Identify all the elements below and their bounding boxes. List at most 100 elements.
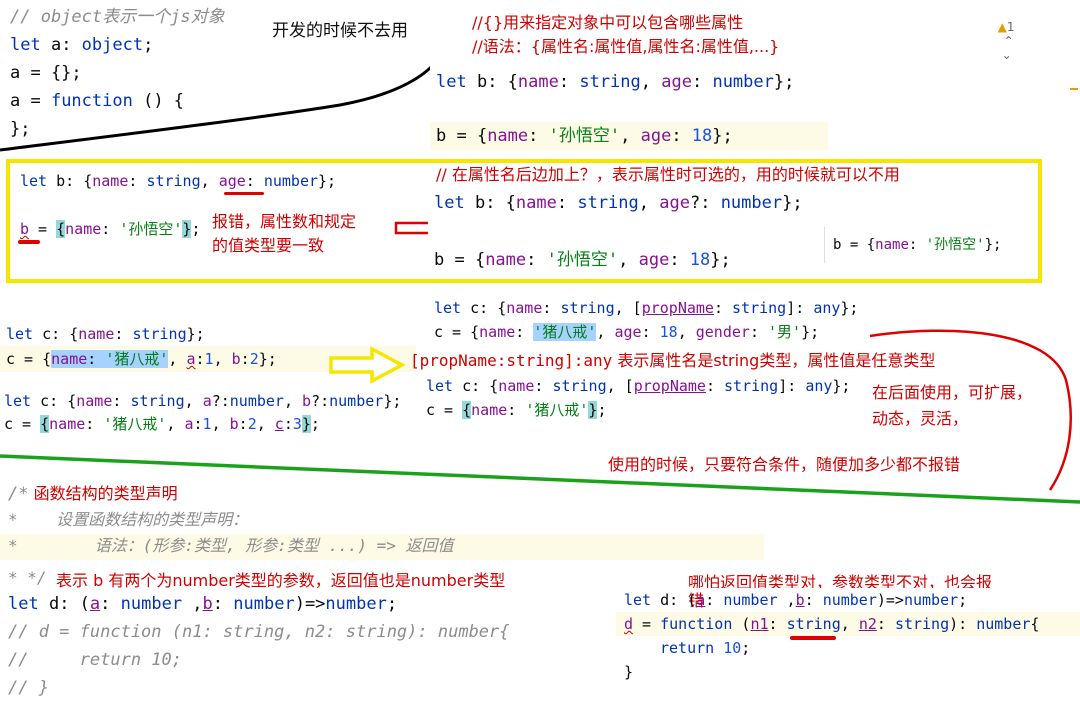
number-literal: 10 [723, 639, 742, 657]
annotation-description: [propName:string]:any 表示属性名是string类型，属性值… [410, 350, 935, 372]
code-text: , [213, 350, 232, 368]
number-literal: 1 [202, 415, 212, 433]
bottom-right-code-panel: 错 let d: (a: number ,b: number)=>number;… [616, 588, 1080, 688]
property: age [614, 323, 642, 341]
code-text: }; [186, 325, 205, 343]
code-text: ( [732, 615, 751, 633]
string-literal: '孙悟空' [546, 250, 619, 270]
type-name: string [132, 325, 187, 343]
type-name: string [732, 299, 787, 317]
code-text: : [507, 401, 526, 419]
right-arrow-yellow-icon [329, 346, 406, 384]
keyword: let [436, 72, 467, 92]
property: name [506, 299, 543, 317]
code-text: , [ [606, 377, 634, 395]
code-text: b = { [434, 250, 486, 270]
code-text: c = { [434, 323, 480, 341]
code-text: : [768, 615, 787, 633]
code-text: c: { [453, 377, 499, 395]
code-line: let d: (a: number ,b: number)=>number; [8, 592, 397, 616]
code-text: : [526, 250, 547, 270]
code-text: )=> [294, 594, 326, 614]
bottom-left-code-panel: /* 函数结构的类型声明 * 设置函数结构的类型声明： * 语法：(形参:类型,… [0, 482, 764, 712]
code-line: d = function (n1: string, n2: string): n… [616, 612, 1080, 636]
code-text: ]: [786, 299, 814, 317]
property: a [202, 392, 212, 410]
property: a [186, 350, 196, 368]
chevron-down-icon[interactable]: ⌄ [1002, 48, 1012, 62]
brace-match: { [462, 401, 472, 419]
code-text: }; [832, 377, 851, 395]
annotation-note: 报错，属性数和规定 [212, 212, 357, 231]
chevron-up-icon[interactable]: ⌃ [1004, 34, 1014, 48]
mid-right-code-panel-1: let c: {name: string, [propName: string]… [426, 292, 886, 346]
type-name: number [822, 591, 877, 609]
code-line: c = {name: '猪八戒', a:1, b:2, c:3}; [4, 414, 320, 434]
code-text: }; [710, 250, 731, 270]
code-text: b: { [464, 193, 516, 213]
code-text: ): [949, 615, 977, 633]
property: name [78, 325, 115, 343]
type-name: any [805, 377, 833, 395]
black-curve-annotation [0, 0, 457, 152]
code-text: ?: [311, 392, 330, 410]
brace-match: } [301, 415, 311, 433]
property: name [515, 193, 557, 213]
type-name: string [130, 392, 185, 410]
code-text: }; [318, 172, 337, 190]
parameter: n1 [750, 615, 769, 633]
error-variable: d [624, 615, 634, 633]
number-literal: 1 [204, 350, 214, 368]
property: propName [633, 377, 706, 395]
property: propName [641, 299, 714, 317]
code-text: , [168, 350, 187, 368]
code-text: c: { [461, 299, 507, 317]
code-line: b = {name: '孙悟空', age: 18}; [434, 248, 731, 272]
inline-code-popup: b = {name: '孙悟空'}; [824, 227, 1033, 263]
mid-right-code-panel-2: let c: {name: string, [propName: string]… [420, 372, 870, 432]
keyword: let [624, 591, 652, 609]
code-text: : [908, 237, 926, 253]
property: b [302, 392, 312, 410]
property: age [638, 250, 670, 270]
code-text: : [245, 172, 264, 190]
property: name [92, 172, 129, 190]
number-literal: 18 [691, 126, 713, 146]
code-text: ; [741, 639, 751, 657]
code-text: : [240, 350, 250, 368]
code-text: d: ( [38, 594, 90, 614]
parameter: b [202, 594, 213, 614]
annotation-note: 的值类型要一致 [212, 236, 325, 255]
property: name [76, 392, 113, 410]
code-text: }; [984, 237, 1002, 253]
type-name: string [894, 615, 950, 633]
warning-count: 1 [1006, 20, 1015, 34]
property: gender [695, 323, 750, 341]
string-literal: '孙悟空' [548, 126, 621, 146]
code-text: : [212, 594, 234, 614]
code-text: : [128, 172, 147, 190]
code-text: ; [191, 220, 201, 238]
yellow-right-code-panel: // 在属性名后边加上？，表示属性时可选的，用的时候就可以不用 let b: {… [428, 163, 1036, 279]
string-literal: '孙悟空' [119, 220, 183, 238]
property: c [274, 415, 284, 433]
type-name: number [976, 615, 1031, 633]
code-text: }; [782, 193, 803, 213]
number-literal: 18 [659, 323, 678, 341]
property: name [517, 72, 559, 92]
mid-left-code-panel-2: let c: {name: string, a?:number, b?:numb… [0, 386, 418, 438]
property: age [661, 72, 692, 92]
code-text: : [112, 392, 131, 410]
code-text: , [618, 250, 639, 270]
comment-text: // 在属性名后边加上？，表示属性时可选的，用的时候就可以不用 [436, 165, 900, 184]
property: name [875, 237, 909, 253]
type-name: string [146, 172, 201, 190]
code-text: : [100, 594, 121, 614]
scrollbar-marker[interactable] [1070, 88, 1078, 90]
property: name [49, 415, 86, 433]
number-literal: 2 [247, 415, 257, 433]
code-text: , [ [614, 299, 642, 317]
inspection-widget[interactable]: ▲1 ⌃ ⌄ [990, 6, 1015, 62]
keyword: let [8, 594, 39, 614]
code-text: , [166, 415, 185, 433]
